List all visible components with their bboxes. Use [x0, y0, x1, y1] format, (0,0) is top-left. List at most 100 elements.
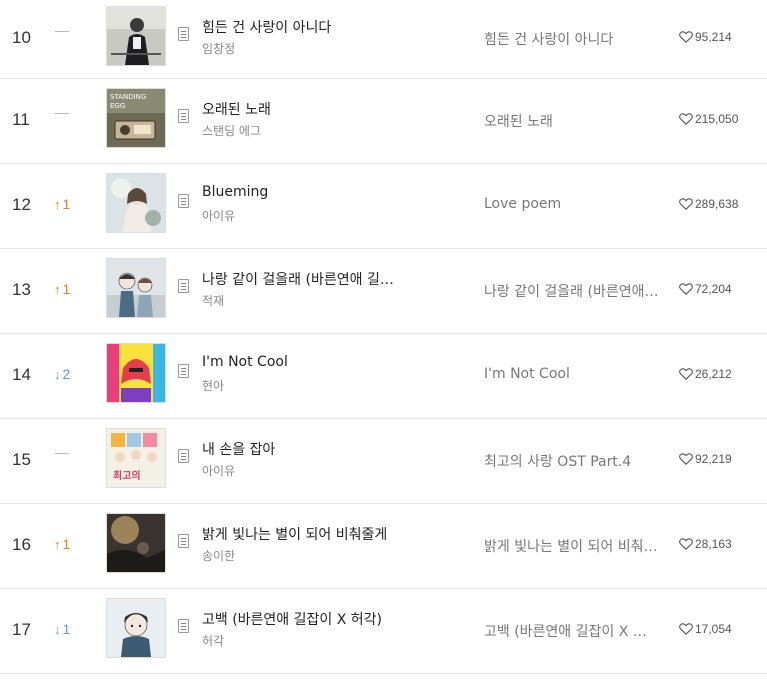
song-title[interactable]: 나랑 같이 걸을래 (바른연애 길잡이 X 적재) — [202, 269, 402, 289]
like-button[interactable]: 289,638 — [679, 197, 738, 211]
artist-name[interactable]: 허각 — [202, 632, 224, 649]
svg-text:STANDING: STANDING — [110, 93, 146, 101]
album-name[interactable]: 오래된 노래 — [484, 111, 659, 131]
chart-row-16: 16 ↑ 1 밝게 빛나는 별이 되어 비춰줄게 송이한 밝게 빛나는 별이 되… — [0, 504, 767, 589]
rank-change-amount: 1 — [62, 536, 71, 552]
chart-row-12: 12 ↑ 1 Blueming 아이유 Love poem 289,638 — [0, 164, 767, 249]
like-count: 95,214 — [695, 30, 732, 44]
rank-change: ↑ 1 — [54, 536, 94, 552]
cover-hyuna[interactable] — [106, 343, 166, 403]
like-button[interactable]: 95,214 — [679, 30, 732, 44]
lyrics-document-icon[interactable] — [178, 364, 189, 378]
album-name[interactable]: Love poem — [484, 196, 659, 212]
cover-webtoon-walk[interactable] — [106, 258, 166, 318]
rank-number: 17 — [12, 620, 31, 639]
chart-list: 10 힘든 건 사랑이 아니다 임창정 힘든 건 사랑이 아니다 95,214 … — [0, 0, 767, 674]
rank-change-amount: 1 — [62, 281, 71, 297]
chart-row-14: 14 ↓ 2 I'm Not Cool 현아 I'm Not Cool 26,2… — [0, 334, 767, 419]
no-change-dash-icon — [55, 453, 69, 454]
rank-change — [54, 451, 94, 454]
like-button[interactable]: 26,212 — [679, 367, 732, 381]
rank-change-amount: 1 — [62, 196, 71, 212]
cover-best-love-ost[interactable]: 최고의 — [106, 428, 166, 488]
like-button[interactable]: 72,204 — [679, 282, 732, 296]
chart-row-17: 17 ↓ 1 고백 (바른연애 길잡이 X 허각) 허각 고백 (바른연애 길잡… — [0, 589, 767, 674]
like-button[interactable]: 215,050 — [679, 112, 738, 126]
like-count: 17,054 — [695, 622, 732, 636]
rank-change: ↑ 1 — [54, 196, 94, 212]
song-title[interactable]: I'm Not Cool — [202, 354, 402, 370]
cover-song-ihan[interactable] — [106, 513, 166, 573]
up-arrow-icon: ↑ — [54, 196, 61, 212]
heart-icon — [679, 453, 693, 465]
no-change-dash-icon — [55, 31, 69, 32]
heart-icon — [679, 283, 693, 295]
lyrics-document-icon[interactable] — [178, 619, 189, 633]
cover-standing-egg[interactable]: STANDING EGG — [106, 88, 166, 148]
artist-name[interactable]: 임창정 — [202, 40, 235, 57]
lyrics-document-icon[interactable] — [178, 27, 189, 41]
no-change-dash-icon — [55, 113, 69, 114]
like-count: 26,212 — [695, 367, 732, 381]
rank-change-amount: 2 — [62, 366, 71, 382]
album-name[interactable]: 밝게 빛나는 별이 되어 비춰줄게 — [484, 536, 659, 556]
album-name[interactable]: 나랑 같이 걸을래 (바른연애 길잡이 X 적재) — [484, 281, 659, 301]
like-count: 92,219 — [695, 452, 732, 466]
up-arrow-icon: ↑ — [54, 281, 61, 297]
album-name[interactable]: 고백 (바른연애 길잡이 X 허각) — [484, 621, 659, 641]
song-title[interactable]: 힘든 건 사랑이 아니다 — [202, 17, 402, 37]
rank-number: 13 — [12, 280, 31, 299]
chart-row-11: 11 STANDING EGG 오래된 노래 스탠딩 에그 오래된 노래 215,… — [0, 79, 767, 164]
album-name[interactable]: I'm Not Cool — [484, 366, 659, 382]
song-title[interactable]: Blueming — [202, 184, 402, 200]
chart-row-10: 10 힘든 건 사랑이 아니다 임창정 힘든 건 사랑이 아니다 95,214 — [0, 0, 767, 79]
lyrics-document-icon[interactable] — [178, 194, 189, 208]
artist-name[interactable]: 아이유 — [202, 462, 235, 479]
heart-icon — [679, 198, 693, 210]
like-count: 28,163 — [695, 537, 732, 551]
like-count: 215,050 — [695, 112, 739, 126]
rank-change: ↓ 2 — [54, 366, 94, 382]
lyrics-document-icon[interactable] — [178, 534, 189, 548]
heart-icon — [679, 368, 693, 380]
rank-change-amount: 1 — [62, 621, 71, 637]
song-title[interactable]: 고백 (바른연애 길잡이 X 허각) — [202, 609, 402, 629]
chart-row-13: 13 ↑ 1 나랑 같이 걸을래 (바른연애 길잡이 X 적재) 적재 나랑 같… — [0, 249, 767, 334]
svg-text:EGG: EGG — [110, 102, 125, 110]
rank-change: ↓ 1 — [54, 621, 94, 637]
rank-change: ↑ 1 — [54, 281, 94, 297]
lyrics-document-icon[interactable] — [178, 279, 189, 293]
down-arrow-icon: ↓ — [54, 366, 61, 382]
album-name[interactable]: 최고의 사랑 OST Part.4 — [484, 451, 659, 471]
like-button[interactable]: 92,219 — [679, 452, 732, 466]
cover-webtoon-confess[interactable] — [106, 598, 166, 658]
rank-number: 16 — [12, 535, 31, 554]
heart-icon — [679, 31, 693, 43]
like-count: 289,638 — [695, 197, 739, 211]
rank-number: 12 — [12, 195, 31, 214]
album-name[interactable]: 힘든 건 사랑이 아니다 — [484, 29, 659, 49]
artist-name[interactable]: 송이한 — [202, 547, 235, 564]
up-arrow-icon: ↑ — [54, 536, 61, 552]
artist-name[interactable]: 스탠딩 에그 — [202, 122, 261, 139]
artist-name[interactable]: 적재 — [202, 292, 224, 309]
cover-love-poem[interactable] — [106, 173, 166, 233]
lyrics-document-icon[interactable] — [178, 449, 189, 463]
like-button[interactable]: 17,054 — [679, 622, 732, 636]
song-title[interactable]: 오래된 노래 — [202, 99, 402, 119]
song-title[interactable]: 밝게 빛나는 별이 되어 비춰줄게 — [202, 524, 402, 544]
heart-icon — [679, 538, 693, 550]
heart-icon — [679, 623, 693, 635]
song-title[interactable]: 내 손을 잡아 — [202, 439, 402, 459]
rank-number: 10 — [12, 28, 31, 47]
like-button[interactable]: 28,163 — [679, 537, 732, 551]
rank-number: 11 — [12, 110, 30, 129]
rank-number: 14 — [12, 365, 31, 384]
artist-name[interactable]: 아이유 — [202, 207, 235, 224]
svg-text:최고의: 최고의 — [113, 469, 141, 482]
rank-change — [54, 29, 94, 32]
rank-number: 15 — [12, 450, 31, 469]
artist-name[interactable]: 현아 — [202, 377, 224, 394]
lyrics-document-icon[interactable] — [178, 109, 189, 123]
cover-limchangjung[interactable] — [106, 6, 166, 66]
